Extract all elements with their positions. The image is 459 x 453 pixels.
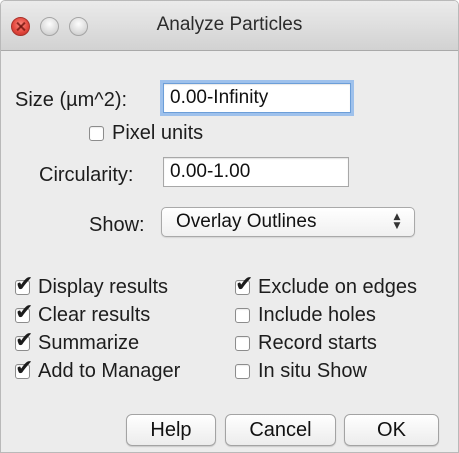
- display-results-checkbox-box[interactable]: ✔: [15, 274, 33, 296]
- checkmark-icon: ✔: [235, 272, 254, 297]
- analyze-particles-dialog: Analyze Particles Size (µm^2): Pixel uni…: [0, 0, 459, 453]
- exclude-on-edges-checkbox[interactable]: ✔ Exclude on edges: [235, 274, 418, 299]
- record-starts-checkbox[interactable]: Record starts: [235, 332, 377, 355]
- help-button[interactable]: Help: [126, 414, 216, 446]
- exclude-on-edges-checkbox-box[interactable]: ✔: [235, 274, 253, 296]
- checkmark-icon: ✔: [15, 300, 34, 325]
- record-starts-label: Record starts: [258, 332, 377, 354]
- show-dropdown[interactable]: Overlay Outlines ▲ ▼: [161, 207, 415, 237]
- record-starts-checkbox-box[interactable]: [235, 336, 250, 351]
- window-title: Analyze Particles: [156, 14, 303, 35]
- include-holes-checkbox-box[interactable]: [235, 308, 250, 323]
- summarize-checkbox-box[interactable]: ✔: [15, 330, 33, 352]
- add-to-manager-checkbox[interactable]: ✔ Add to Manager: [15, 358, 181, 383]
- size-label: Size (µm^2):: [15, 89, 128, 111]
- clear-results-label: Clear results: [38, 304, 151, 326]
- show-selected-value: Overlay Outlines: [176, 211, 317, 232]
- checkmark-icon: ✔: [15, 272, 34, 297]
- checkmark-icon: ✔: [15, 356, 34, 381]
- include-holes-checkbox[interactable]: Include holes: [235, 304, 376, 327]
- pixel-units-checkbox[interactable]: Pixel units: [89, 122, 203, 145]
- checkmark-icon: ✔: [15, 328, 34, 353]
- clear-results-checkbox[interactable]: ✔ Clear results: [15, 302, 151, 327]
- add-to-manager-label: Add to Manager: [38, 360, 181, 382]
- in-situ-show-label: In situ Show: [258, 360, 367, 382]
- pixel-units-checkbox-box[interactable]: [89, 126, 104, 141]
- show-label: Show:: [89, 214, 145, 236]
- display-results-checkbox[interactable]: ✔ Display results: [15, 274, 169, 299]
- pixel-units-label: Pixel units: [112, 122, 204, 144]
- size-input[interactable]: [163, 83, 351, 113]
- add-to-manager-checkbox-box[interactable]: ✔: [15, 358, 33, 380]
- cancel-button[interactable]: Cancel: [225, 414, 336, 446]
- in-situ-show-checkbox-box[interactable]: [235, 364, 250, 379]
- summarize-label: Summarize: [38, 332, 140, 354]
- title-bar[interactable]: Analyze Particles: [1, 1, 458, 51]
- circularity-label: Circularity:: [39, 164, 134, 186]
- summarize-checkbox[interactable]: ✔ Summarize: [15, 330, 140, 355]
- clear-results-checkbox-box[interactable]: ✔: [15, 302, 33, 324]
- in-situ-show-checkbox[interactable]: In situ Show: [235, 360, 367, 383]
- exclude-on-edges-label: Exclude on edges: [258, 276, 418, 298]
- display-results-label: Display results: [38, 276, 169, 298]
- circularity-input[interactable]: [163, 157, 349, 187]
- ok-button[interactable]: OK: [344, 414, 439, 446]
- up-down-arrows-icon: ▲ ▼: [393, 212, 401, 231]
- include-holes-label: Include holes: [258, 304, 376, 326]
